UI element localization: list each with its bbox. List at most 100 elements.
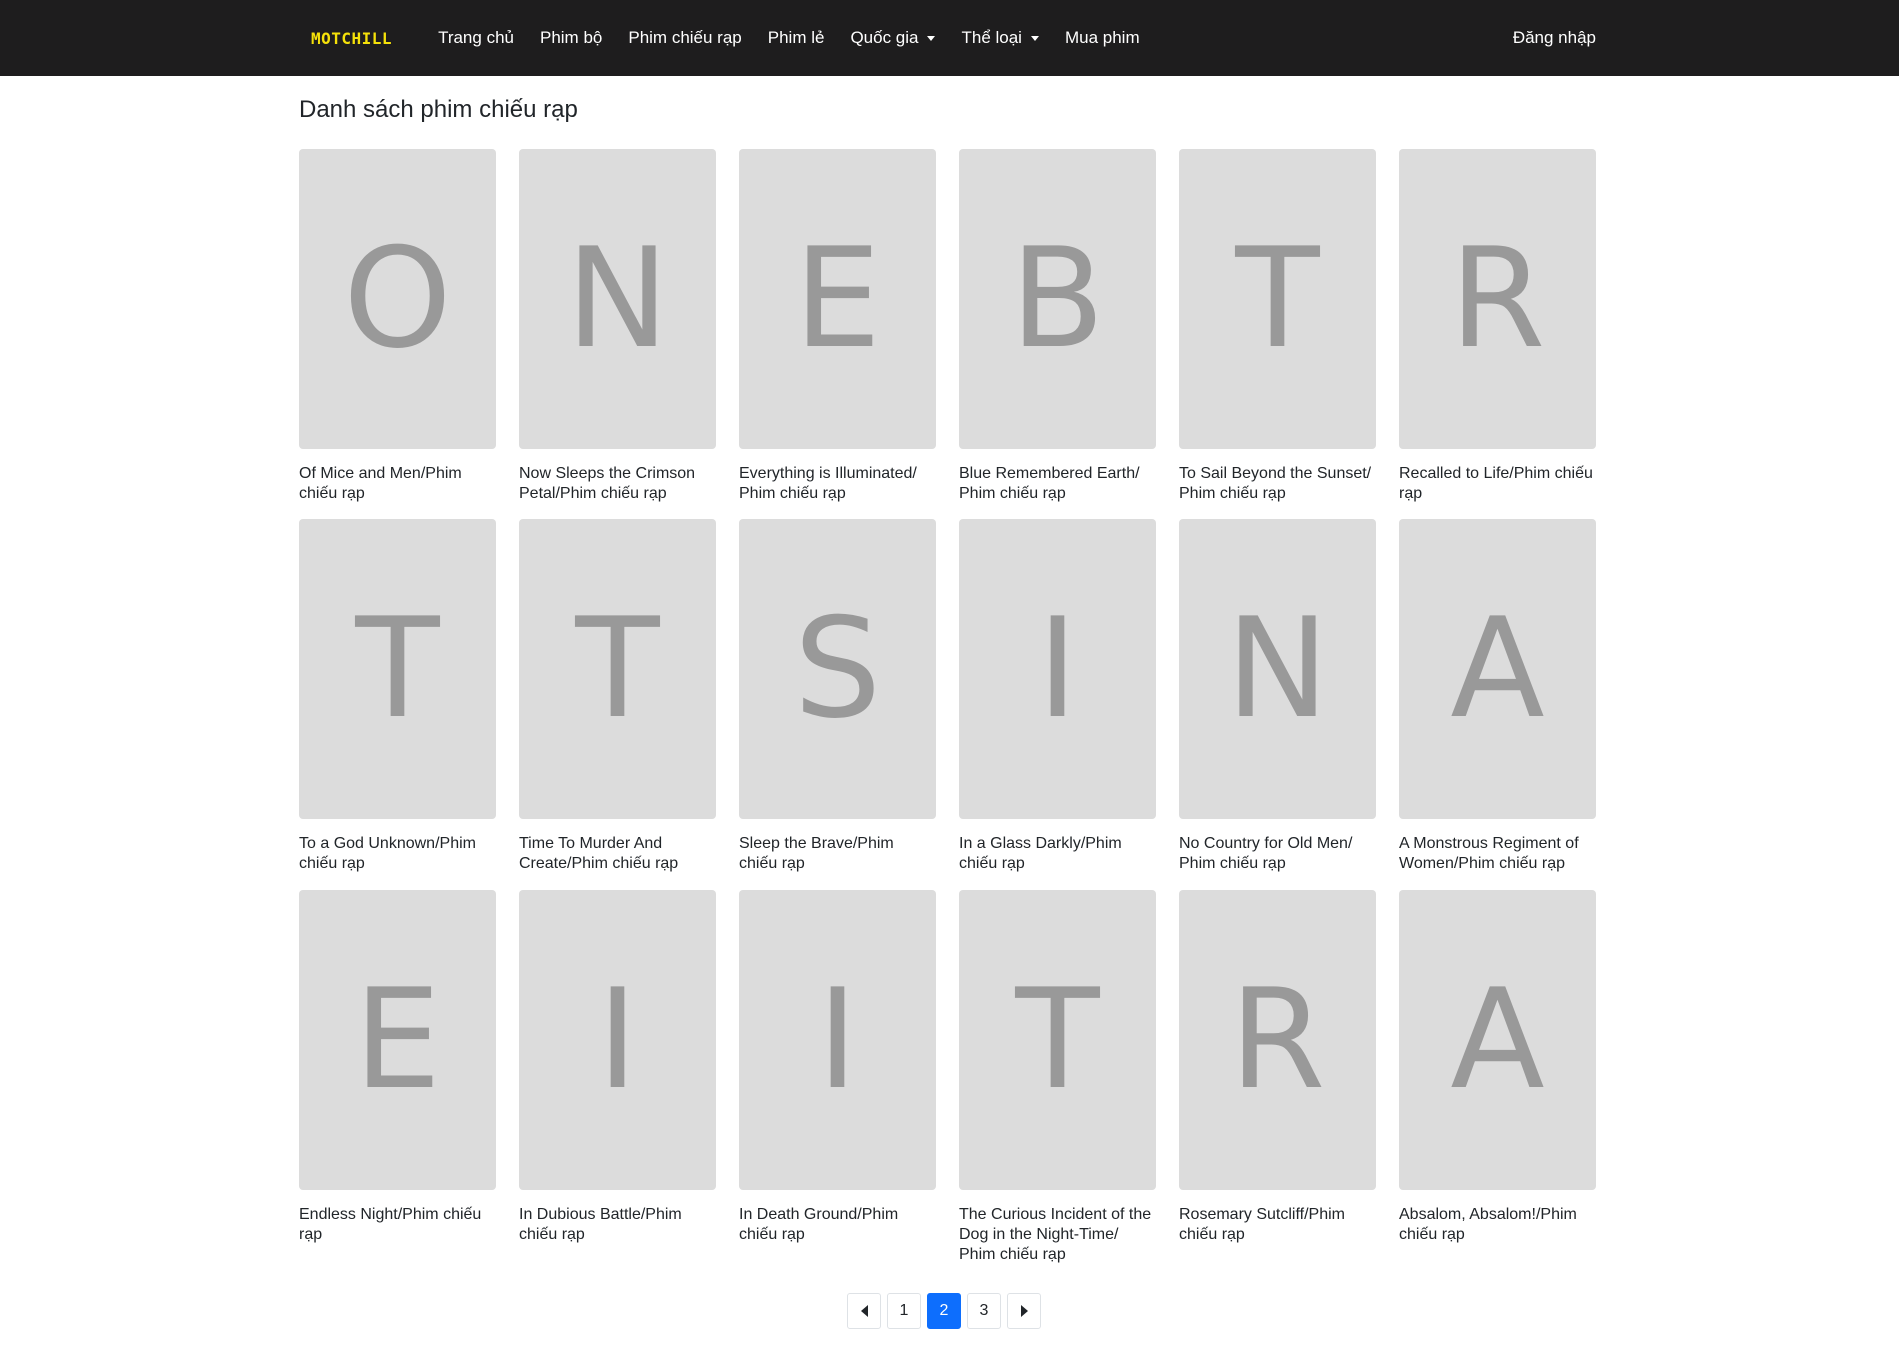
poster-letter: I: [597, 959, 638, 1120]
movie-poster[interactable]: A: [1399, 890, 1596, 1190]
prev-page-button[interactable]: [847, 1293, 881, 1329]
movie-card[interactable]: I In Death Ground/Phim chiếu rạp: [739, 889, 936, 1260]
nav-link-buy[interactable]: Mua phim: [1052, 28, 1153, 48]
movie-card[interactable]: O Of Mice and Men/Phim chiếu rạp: [299, 148, 496, 518]
nav-links: Trang chủ Phim bộ Phim chiếu rạp Phim lẻ…: [425, 28, 1513, 48]
movie-card[interactable]: I In Dubious Battle/Phim chiếu rạp: [519, 889, 716, 1260]
movie-card[interactable]: T Time To Murder And Create/Phim chiếu rạ…: [519, 518, 716, 889]
movie-title[interactable]: In Death Ground/Phim chiếu rạp: [739, 1205, 936, 1245]
nav-link-theatrical[interactable]: Phim chiếu rạp: [615, 28, 754, 48]
movie-title[interactable]: Absalom, Absalom!/Phim chiếu rạp: [1399, 1205, 1596, 1245]
movie-title[interactable]: The Curious Incident of the Dog in the N…: [959, 1205, 1156, 1265]
poster-letter: A: [1450, 588, 1545, 749]
poster-letter: O: [343, 218, 452, 379]
movie-title[interactable]: A Monstrous Regiment of Women/Phim chiếu…: [1399, 834, 1596, 874]
poster-letter: T: [1015, 959, 1100, 1120]
poster-letter: I: [1037, 588, 1078, 749]
movie-card[interactable]: B Blue Remembered Earth/ Phim chiếu rạp: [959, 148, 1156, 518]
movie-title[interactable]: Time To Murder And Create/Phim chiếu rạp: [519, 834, 716, 874]
nav-link-label: Phim lẻ: [767, 28, 825, 47]
movie-poster[interactable]: O: [299, 149, 496, 449]
movie-poster[interactable]: E: [299, 890, 496, 1190]
poster-letter: T: [575, 588, 660, 749]
movie-title[interactable]: No Country for Old Men/ Phim chiếu rạp: [1179, 834, 1376, 874]
movie-poster[interactable]: N: [1179, 519, 1376, 819]
movie-card[interactable]: T The Curious Incident of the Dog in the …: [959, 889, 1156, 1263]
nav-link-label: Quốc gia: [850, 28, 919, 47]
poster-letter: B: [1010, 218, 1105, 379]
movie-poster[interactable]: B: [959, 149, 1156, 449]
pagination: 1 2 3: [847, 1293, 1041, 1329]
movie-poster[interactable]: S: [739, 519, 936, 819]
nav-link-home[interactable]: Trang chủ: [425, 28, 527, 48]
movie-title[interactable]: Sleep the Brave/Phim chiếu rạp: [739, 834, 936, 874]
nav-link-series[interactable]: Phim bộ: [527, 28, 615, 48]
caret-down-icon: [1030, 35, 1039, 41]
movie-poster[interactable]: I: [519, 890, 716, 1190]
movie-poster[interactable]: I: [739, 890, 936, 1190]
movie-card[interactable]: E Endless Night/Phim chiếu rạp: [299, 889, 496, 1260]
next-page-button[interactable]: [1007, 1293, 1041, 1329]
brand-logo[interactable]: MOTCHILL: [311, 29, 392, 48]
movie-title[interactable]: Endless Night/Phim chiếu rạp: [299, 1205, 496, 1245]
nav-link-label: Mua phim: [1064, 28, 1140, 47]
movie-title[interactable]: To Sail Beyond the Sunset/ Phim chiếu rạ…: [1179, 464, 1376, 504]
movie-card[interactable]: N Now Sleeps the Crimson Petal/Phim chiếu…: [519, 148, 716, 518]
movie-card[interactable]: R Rosemary Sutcliff/Phim chiếu rạp: [1179, 889, 1376, 1260]
page-button-2[interactable]: 2: [927, 1293, 961, 1329]
movie-title[interactable]: Of Mice and Men/Phim chiếu rạp: [299, 464, 496, 504]
poster-letter: T: [1235, 218, 1320, 379]
movie-title[interactable]: Recalled to Life/Phim chiếu rạp: [1399, 464, 1596, 504]
movie-poster[interactable]: N: [519, 149, 716, 449]
poster-letter: E: [353, 959, 442, 1120]
poster-letter: E: [793, 218, 882, 379]
caret-right-icon: [1020, 1305, 1028, 1317]
caret-down-icon: [927, 35, 936, 41]
movie-title[interactable]: Everything is Illuminated/ Phim chiếu rạ…: [739, 464, 936, 504]
page-button-1[interactable]: 1: [887, 1293, 921, 1329]
nav-dropdown-country[interactable]: Quốc gia: [837, 28, 948, 48]
movie-title[interactable]: To a God Unknown/Phim chiếu rạp: [299, 834, 496, 874]
poster-letter: A: [1450, 959, 1545, 1120]
movie-card[interactable]: T To a God Unknown/Phim chiếu rạp: [299, 518, 496, 889]
poster-letter: R: [1449, 218, 1546, 379]
movie-poster[interactable]: A: [1399, 519, 1596, 819]
login-link[interactable]: Đăng nhập: [1513, 28, 1596, 48]
poster-letter: N: [1225, 588, 1330, 749]
movie-card[interactable]: A Absalom, Absalom!/Phim chiếu rạp: [1399, 889, 1596, 1260]
poster-letter: I: [817, 959, 858, 1120]
movie-card[interactable]: I In a Glass Darkly/Phim chiếu rạp: [959, 518, 1156, 889]
nav-link-single[interactable]: Phim lẻ: [755, 28, 838, 48]
movie-poster[interactable]: T: [299, 519, 496, 819]
movie-poster[interactable]: R: [1179, 890, 1376, 1190]
movie-card[interactable]: N No Country for Old Men/ Phim chiếu rạp: [1179, 518, 1376, 889]
movie-poster[interactable]: T: [1179, 149, 1376, 449]
movie-card[interactable]: E Everything is Illuminated/ Phim chiếu r…: [739, 148, 936, 518]
movie-poster[interactable]: I: [959, 519, 1156, 819]
nav-link-label: Thể loại: [961, 28, 1022, 47]
movie-poster[interactable]: T: [959, 890, 1156, 1190]
page-button-3[interactable]: 3: [967, 1293, 1001, 1329]
nav-link-label: Phim chiếu rạp: [628, 28, 742, 47]
movie-poster[interactable]: T: [519, 519, 716, 819]
movie-poster[interactable]: E: [739, 149, 936, 449]
poster-letter: S: [793, 588, 882, 749]
movie-grid: O Of Mice and Men/Phim chiếu rạp N Now Slee…: [299, 148, 1597, 1263]
movie-poster[interactable]: R: [1399, 149, 1596, 449]
movie-title[interactable]: Now Sleeps the Crimson Petal/Phim chiếu …: [519, 464, 716, 504]
nav-dropdown-genre[interactable]: Thể loại: [948, 28, 1051, 48]
movie-card[interactable]: A A Monstrous Regiment of Women/Phim chiế…: [1399, 518, 1596, 889]
movie-card[interactable]: T To Sail Beyond the Sunset/ Phim chiếu r…: [1179, 148, 1376, 518]
poster-letter: T: [355, 588, 440, 749]
poster-letter: N: [565, 218, 670, 379]
caret-left-icon: [860, 1305, 868, 1317]
main-content: Danh sách phim chiếu rạp O Of Mice and Me…: [299, 76, 1597, 1263]
top-navbar: MOTCHILL Trang chủ Phim bộ Phim chiếu rạ…: [0, 0, 1899, 76]
movie-title[interactable]: Blue Remembered Earth/ Phim chiếu rạp: [959, 464, 1156, 504]
movie-title[interactable]: Rosemary Sutcliff/Phim chiếu rạp: [1179, 1205, 1376, 1245]
movie-card[interactable]: S Sleep the Brave/Phim chiếu rạp: [739, 518, 936, 889]
movie-card[interactable]: R Recalled to Life/Phim chiếu rạp: [1399, 148, 1596, 518]
movie-title[interactable]: In a Glass Darkly/Phim chiếu rạp: [959, 834, 1156, 874]
movie-title[interactable]: In Dubious Battle/Phim chiếu rạp: [519, 1205, 716, 1245]
nav-link-label: Phim bộ: [539, 28, 603, 47]
